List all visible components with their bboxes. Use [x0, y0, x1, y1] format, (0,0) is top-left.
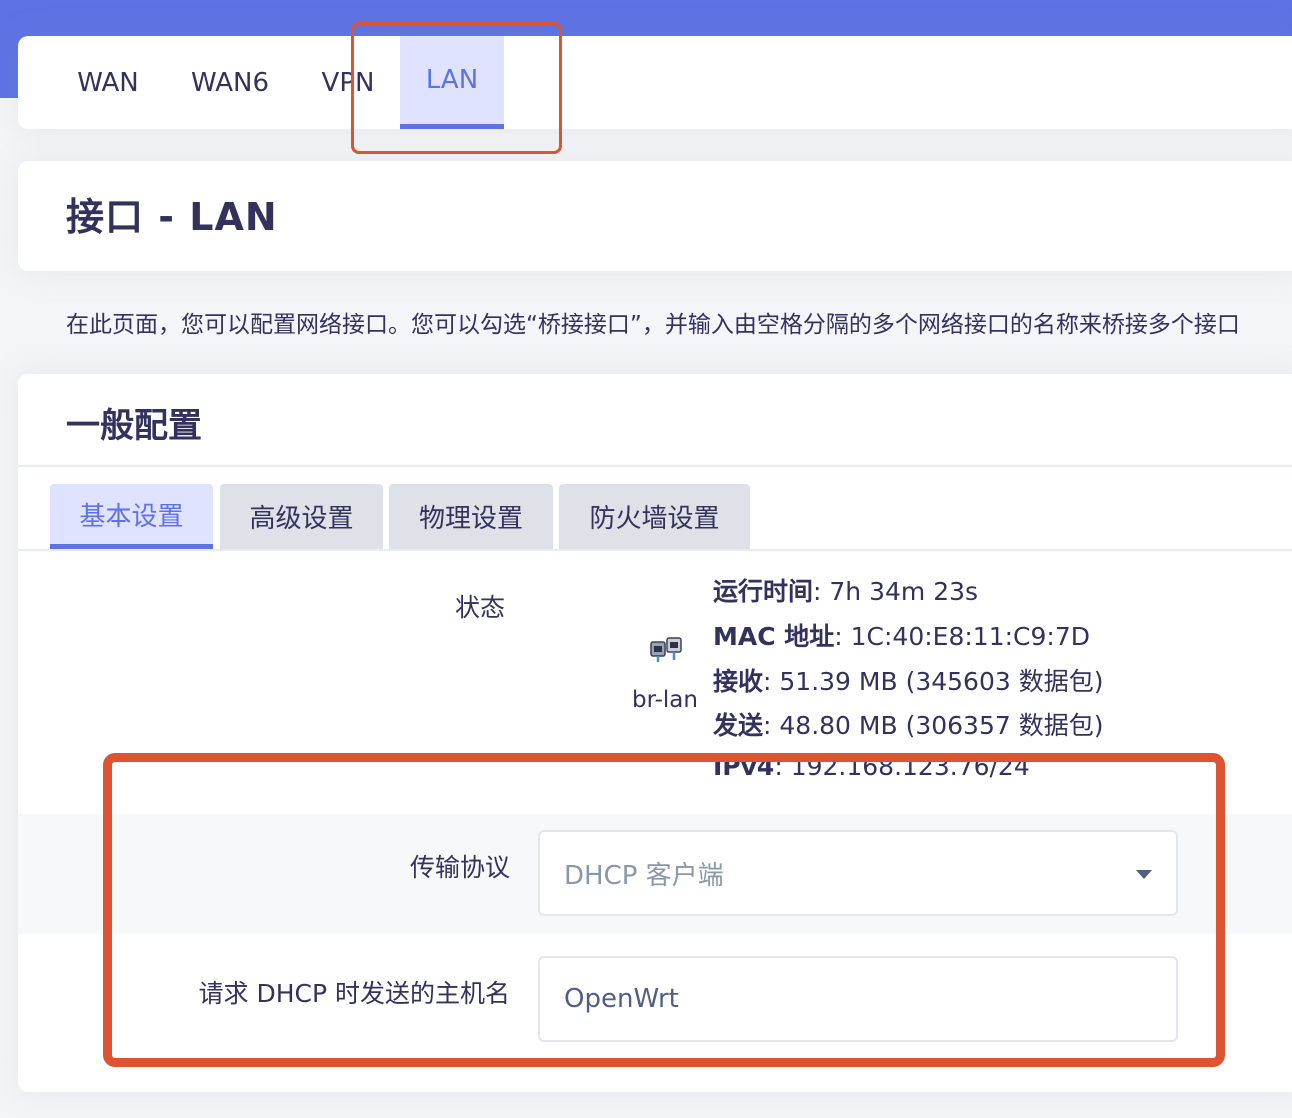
- subtab-baseline: [18, 549, 1292, 551]
- subtab-firewall[interactable]: 防火墙设置: [559, 484, 750, 549]
- rx-key: 接收: [713, 667, 764, 696]
- tx-key: 发送: [713, 711, 764, 740]
- page-title: 接口 - LAN: [66, 195, 278, 239]
- status-mac: MAC 地址: 1C:40:E8:11:C9:7D: [713, 617, 1090, 653]
- subtab-basic[interactable]: 基本设置: [50, 484, 213, 549]
- tx-value: : 48.80 MB (306357 数据包): [763, 711, 1104, 740]
- ethernet-interface-icon: [650, 637, 682, 662]
- status-tx: 发送: 48.80 MB (306357 数据包): [713, 706, 1103, 742]
- section-divider: [18, 465, 1292, 467]
- protocol-selected-value: DHCP 客户端: [564, 860, 724, 891]
- status-ipv4: IPv4: 192.168.123.76/24: [713, 752, 1030, 781]
- uptime-key: 运行时间: [713, 577, 814, 606]
- section-title: 一般配置: [66, 406, 202, 446]
- protocol-label: 传输协议: [409, 853, 510, 882]
- tab-wan[interactable]: WAN: [54, 36, 162, 129]
- status-rx: 接收: 51.39 MB (345603 数据包): [713, 662, 1103, 698]
- hostname-label: 请求 DHCP 时发送的主机名: [198, 979, 510, 1008]
- uptime-value: : 7h 34m 23s: [813, 577, 979, 606]
- tab-wan6[interactable]: WAN6: [176, 36, 284, 129]
- subtab-advanced[interactable]: 高级设置: [220, 484, 383, 549]
- interface-name: br-lan: [632, 687, 698, 713]
- mac-value: : 1C:40:E8:11:C9:7D: [834, 622, 1090, 651]
- page-description: 在此页面，您可以配置网络接口。您可以勾选“桥接接口”，并输入由空格分隔的多个网络…: [66, 312, 1240, 338]
- tab-vpn[interactable]: VPN: [298, 36, 398, 129]
- tab-lan[interactable]: LAN: [400, 36, 504, 129]
- mac-key: MAC 地址: [713, 622, 835, 651]
- ipv4-key: IPv4: [713, 752, 775, 781]
- status-label: 状态: [455, 593, 506, 622]
- subtab-physical[interactable]: 物理设置: [389, 484, 553, 549]
- status-uptime: 运行时间: 7h 34m 23s: [713, 572, 978, 608]
- ipv4-value: : 192.168.123.76/24: [774, 752, 1030, 781]
- protocol-select[interactable]: DHCP 客户端: [538, 830, 1178, 916]
- rx-value: : 51.39 MB (345603 数据包): [763, 667, 1104, 696]
- hostname-input[interactable]: [538, 956, 1178, 1042]
- chevron-down-icon: [1136, 870, 1152, 879]
